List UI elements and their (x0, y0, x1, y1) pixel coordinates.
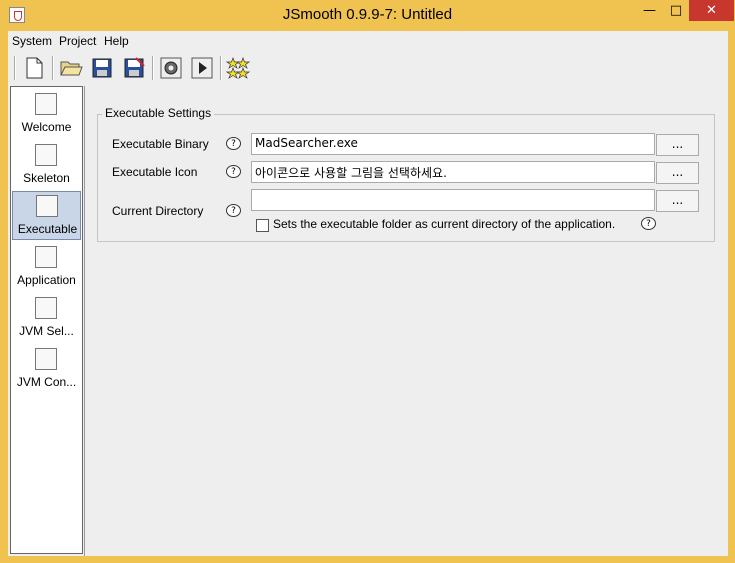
menu-system[interactable]: System (12, 34, 52, 48)
group-title: Executable Settings (102, 106, 215, 120)
sidebar-item-label: Application (17, 273, 76, 287)
sidebar-item-label: Skeleton (23, 171, 70, 185)
menu-help[interactable]: Help (104, 34, 129, 48)
toolbar-separator (220, 56, 222, 80)
skeleton-icon (35, 144, 57, 166)
sidebar-item-jvm-configuration[interactable]: JVM Con... (12, 345, 81, 394)
app-window: JSmooth 0.9.9-7: Untitled — □ ✕ System P… (0, 0, 735, 563)
jvm-selection-icon (35, 297, 57, 319)
new-icon[interactable] (22, 56, 46, 80)
sidebar: Welcome Skeleton Executable Application … (10, 86, 83, 554)
save-icon[interactable] (90, 56, 114, 80)
sidebar-item-label: JVM Con... (16, 375, 77, 389)
current-directory-input[interactable] (251, 189, 655, 211)
compile-icon[interactable] (159, 56, 183, 80)
executable-icon (36, 195, 58, 217)
maximize-button[interactable]: □ (663, 0, 689, 21)
sidebar-item-application[interactable]: Application (12, 243, 81, 292)
sidebar-item-welcome[interactable]: Welcome (12, 90, 81, 139)
toolbar-separator (14, 56, 16, 80)
current-directory-label: Current Directory (112, 204, 204, 218)
help-icon[interactable]: ? (226, 204, 241, 217)
run-icon[interactable] (190, 56, 214, 80)
welcome-icon (35, 93, 57, 115)
title-bar[interactable]: JSmooth 0.9.9-7: Untitled — □ ✕ (0, 0, 735, 31)
sidebar-item-skeleton[interactable]: Skeleton (12, 141, 81, 190)
help-icon[interactable]: ? (226, 137, 241, 150)
sidebar-item-label: Welcome (21, 120, 72, 134)
save-as-icon[interactable] (122, 56, 146, 80)
executable-icon-input[interactable]: 아이콘으로 사용할 그림을 선택하세요. (251, 161, 655, 183)
menu-bar: System Project Help (8, 31, 728, 51)
executable-binary-label: Executable Binary (112, 137, 209, 151)
browse-icon-button[interactable]: ... (656, 162, 699, 184)
current-directory-checkbox[interactable] (256, 219, 269, 232)
toolbar-separator (152, 56, 154, 80)
toolbar-separator (52, 56, 54, 80)
close-button[interactable]: ✕ (689, 0, 734, 21)
help-icon[interactable]: ? (641, 217, 656, 230)
sidebar-item-label: Executable (17, 222, 78, 236)
sidebar-item-label: JVM Sel... (19, 324, 74, 338)
client-area: System Project Help Welcome Skeleton Exe… (8, 31, 728, 556)
main-panel: Executable Settings Executable Binary ? … (84, 86, 728, 556)
minimize-button[interactable]: — (636, 0, 663, 21)
open-icon[interactable] (59, 56, 83, 80)
window-title: JSmooth 0.9.9-7: Untitled (282, 6, 453, 23)
application-icon (35, 246, 57, 268)
jvm-configuration-icon (35, 348, 57, 370)
browse-binary-button[interactable]: ... (656, 134, 699, 156)
browse-directory-button[interactable]: ... (656, 190, 699, 212)
sidebar-item-executable[interactable]: Executable (12, 191, 81, 240)
about-icon[interactable] (225, 56, 251, 80)
checkbox-label: Sets the executable folder as current di… (273, 217, 616, 231)
toolbar (8, 51, 728, 85)
executable-binary-input[interactable]: MadSearcher.exe (251, 133, 655, 155)
executable-icon-label: Executable Icon (112, 165, 198, 179)
help-icon[interactable]: ? (226, 165, 241, 178)
sidebar-item-jvm-selection[interactable]: JVM Sel... (12, 294, 81, 343)
menu-project[interactable]: Project (59, 34, 96, 48)
